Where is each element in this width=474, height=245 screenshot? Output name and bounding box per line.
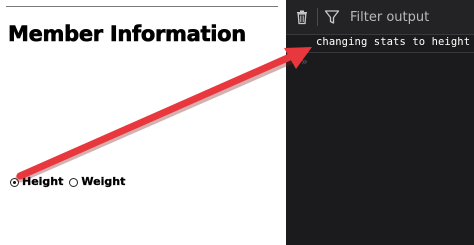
trash-icon[interactable] bbox=[294, 9, 310, 25]
weight-radio-label[interactable]: Weight bbox=[81, 175, 125, 188]
log-message: changing stats to height bbox=[316, 36, 471, 48]
divider bbox=[6, 6, 278, 7]
filter-output-input[interactable]: Filter output bbox=[350, 10, 429, 25]
console-toolbar: Filter output bbox=[286, 0, 474, 35]
funnel-icon bbox=[324, 9, 340, 25]
screenshot-stage: Member Information Height Weight Filter … bbox=[0, 0, 474, 245]
console-log-entry: changing stats to height bbox=[286, 34, 474, 53]
height-radio[interactable] bbox=[10, 177, 19, 187]
toolbar-separator bbox=[317, 8, 318, 26]
weight-radio[interactable] bbox=[69, 177, 79, 187]
console-prompt[interactable]: » bbox=[301, 56, 308, 68]
console-panel: Filter output changing stats to height » bbox=[286, 0, 474, 245]
page-preview: Member Information Height Weight bbox=[0, 0, 286, 245]
stats-radio-group: Height Weight bbox=[10, 175, 131, 188]
page-title: Member Information bbox=[8, 22, 247, 47]
height-radio-label[interactable]: Height bbox=[22, 175, 64, 188]
